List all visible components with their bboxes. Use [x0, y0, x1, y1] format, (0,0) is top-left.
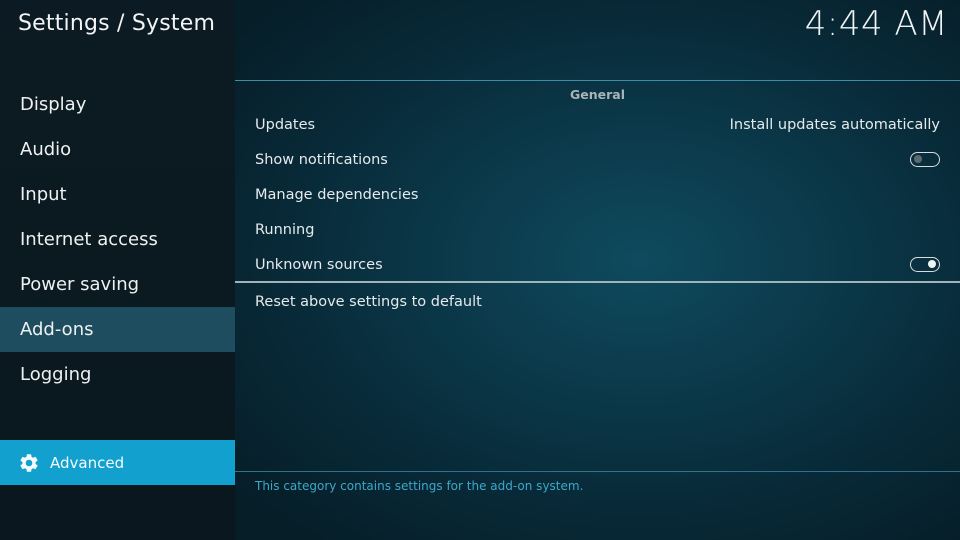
- toggle-knob: [914, 155, 922, 163]
- panel-bottom-divider: [235, 471, 960, 472]
- sidebar-item-internet-access[interactable]: Internet access: [0, 217, 235, 262]
- settings-panel: General Updates Install updates automati…: [235, 80, 960, 472]
- sidebar-item-audio[interactable]: Audio: [0, 127, 235, 172]
- gear-icon: [20, 453, 38, 472]
- unknown-sources-toggle[interactable]: [910, 257, 940, 272]
- category-description: This category contains settings for the …: [255, 479, 584, 493]
- setting-updates[interactable]: Updates Install updates automatically: [235, 107, 960, 142]
- category-list: Display Audio Input Internet access Powe…: [0, 82, 235, 397]
- setting-label: Updates: [255, 116, 316, 133]
- setting-value: Install updates automatically: [729, 116, 940, 133]
- setting-running[interactable]: Running: [235, 212, 960, 247]
- setting-label: Unknown sources: [255, 256, 383, 273]
- settings-level-label: Advanced: [50, 453, 125, 472]
- page-title: Settings / System: [18, 11, 216, 36]
- section-title: General: [570, 87, 625, 102]
- reset-settings-button[interactable]: Reset above settings to default: [235, 284, 960, 319]
- setting-show-notifications[interactable]: Show notifications: [235, 142, 960, 177]
- reset-settings-label: Reset above settings to default: [255, 293, 482, 310]
- setting-label: Show notifications: [255, 151, 388, 168]
- setting-label: Manage dependencies: [255, 186, 419, 203]
- setting-manage-dependencies[interactable]: Manage dependencies: [235, 177, 960, 212]
- show-notifications-toggle[interactable]: [910, 152, 940, 167]
- sidebar: Settings / System Display Audio Input In…: [0, 0, 235, 540]
- sidebar-item-add-ons[interactable]: Add-ons: [0, 307, 235, 352]
- toggle-knob: [928, 260, 936, 268]
- panel-top-divider: [235, 80, 960, 81]
- sidebar-item-display[interactable]: Display: [0, 82, 235, 127]
- clock: 4:44 AM: [804, 4, 948, 44]
- sidebar-item-input[interactable]: Input: [0, 172, 235, 217]
- setting-label: Running: [255, 221, 315, 238]
- setting-unknown-sources[interactable]: Unknown sources: [235, 247, 960, 282]
- reset-divider: [235, 281, 960, 283]
- sidebar-item-power-saving[interactable]: Power saving: [0, 262, 235, 307]
- settings-level-button[interactable]: Advanced: [0, 440, 235, 485]
- sidebar-item-logging[interactable]: Logging: [0, 352, 235, 397]
